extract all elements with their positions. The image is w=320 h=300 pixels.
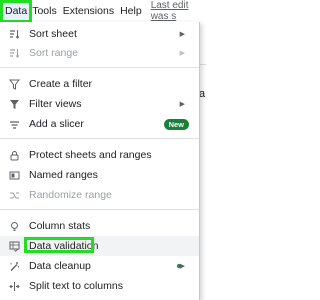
menu-item-label: Protect sheets and ranges — [29, 149, 152, 161]
menu-item-label: Add a slicer — [29, 118, 84, 130]
slicer-icon — [8, 118, 20, 130]
submenu-arrow-icon: ▶ — [179, 101, 185, 108]
new-badge: New — [163, 119, 189, 130]
data-validation-icon — [8, 240, 20, 252]
menu-item-label: Sort range — [29, 47, 79, 59]
submenu-arrow-icon: ▶ — [179, 50, 185, 57]
menu-help[interactable]: Help — [117, 0, 145, 22]
menu-item-label: Sort sheet — [29, 28, 77, 40]
data-menu-dropdown: Sort sheet ▶ Sort range ▶ Create a filte… — [0, 22, 200, 300]
menu-item-randomize-range[interactable]: Randomize range — [0, 185, 199, 205]
menu-item-protect-sheets[interactable]: Protect sheets and ranges — [0, 145, 199, 165]
menu-tools[interactable]: Tools — [29, 0, 60, 22]
menu-item-label: Named ranges — [29, 169, 98, 181]
menu-item-filter-views[interactable]: Filter views ▶ — [0, 94, 199, 114]
split-icon — [8, 280, 20, 292]
submenu-arrow-icon: ▶ — [179, 263, 185, 270]
menu-item-add-slicer[interactable]: Add a slicer New — [0, 114, 199, 134]
randomize-icon — [8, 189, 20, 201]
lock-icon — [8, 149, 20, 161]
filter-views-icon — [8, 98, 20, 110]
menu-bar: Data Tools Extensions Help Last edit was… — [0, 0, 206, 23]
menu-item-label: Create a filter — [29, 78, 93, 90]
menu-item-sort-range[interactable]: Sort range ▶ — [0, 43, 199, 63]
menu-item-label: Data cleanup — [29, 260, 91, 272]
menu-item-label: Split text to columns — [29, 280, 123, 292]
menu-divider — [0, 67, 199, 68]
menu-item-named-ranges[interactable]: Named ranges — [0, 165, 199, 185]
magic-wand-icon — [8, 260, 20, 272]
sort-icon — [8, 47, 20, 59]
menu-item-column-stats[interactable]: Column stats — [0, 216, 199, 236]
menu-item-label: Randomize range — [29, 189, 112, 201]
last-edit-link[interactable]: Last edit was s — [151, 0, 206, 22]
sort-icon — [8, 28, 20, 40]
menu-item-create-filter[interactable]: Create a filter — [0, 74, 199, 94]
menu-item-data-cleanup[interactable]: Data cleanup ▶ — [0, 256, 199, 276]
menu-item-label: Filter views — [29, 98, 82, 110]
menu-item-sort-sheet[interactable]: Sort sheet ▶ — [0, 24, 199, 44]
menu-data[interactable]: Data — [0, 0, 33, 23]
lightbulb-icon — [8, 220, 20, 232]
submenu-arrow-icon: ▶ — [179, 31, 185, 38]
filter-icon — [8, 78, 20, 90]
menu-item-label: Column stats — [29, 220, 91, 232]
highlight-box — [24, 237, 94, 253]
sheet-gridline — [199, 64, 206, 65]
menu-divider — [0, 138, 199, 139]
menu-item-data-validation[interactable]: Data validation — [0, 236, 199, 256]
menu-divider — [0, 209, 199, 210]
menu-extensions[interactable]: Extensions — [60, 0, 117, 22]
named-ranges-icon — [8, 169, 20, 181]
menu-item-split-text[interactable]: Split text to columns — [0, 276, 199, 296]
